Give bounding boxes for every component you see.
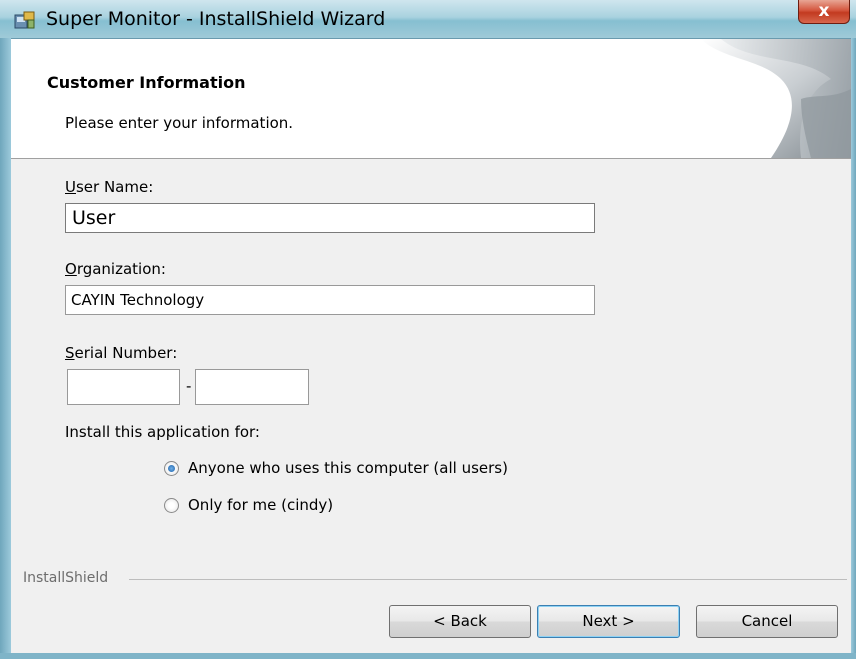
page-subtitle: Please enter your information.: [65, 114, 294, 132]
wizard-header: Customer Information Please enter your i…: [11, 39, 851, 159]
window-title: Super Monitor - InstallShield Wizard: [46, 8, 386, 30]
organization-accelerator: O: [65, 260, 77, 278]
page-title: Customer Information: [47, 73, 246, 92]
page-curl-graphic: [701, 39, 851, 158]
serial-number-accelerator: S: [65, 344, 75, 362]
organization-input[interactable]: CAYIN Technology: [65, 285, 595, 315]
serial-number-label-text: erial Number:: [74, 344, 178, 362]
user-name-accelerator: U: [65, 178, 76, 196]
organization-label: Organization:: [65, 260, 166, 278]
user-name-input[interactable]: User: [65, 203, 595, 233]
installer-window: Super Monitor - InstallShield Wizard x C…: [0, 0, 856, 659]
user-name-label: User Name:: [65, 178, 153, 196]
window-frame-left: [0, 38, 11, 659]
organization-label-text: rganization:: [76, 260, 166, 278]
all-users-radio[interactable]: [164, 461, 179, 476]
cancel-button[interactable]: Cancel: [696, 605, 838, 638]
serial-number-part1-input[interactable]: [67, 369, 180, 405]
installer-app-icon: [14, 11, 35, 29]
close-icon: x: [818, 1, 830, 21]
installshield-brand: InstallShield: [23, 570, 109, 586]
user-name-label-text: ser Name:: [75, 178, 154, 196]
only-me-option-label[interactable]: Only for me (cindy): [188, 496, 333, 514]
window-frame-right: [851, 38, 856, 659]
footer-divider: [129, 579, 847, 580]
close-button[interactable]: x: [798, 0, 850, 24]
serial-number-part2-input[interactable]: [195, 369, 309, 405]
only-me-radio[interactable]: [164, 498, 179, 513]
install-for-label: Install this application for:: [65, 423, 260, 441]
all-users-option-label[interactable]: Anyone who uses this computer (all users…: [188, 459, 508, 477]
next-button[interactable]: Next >: [537, 605, 680, 638]
back-button[interactable]: < Back: [389, 605, 531, 638]
serial-number-label: Serial Number:: [65, 344, 177, 362]
serial-separator: -: [186, 377, 192, 395]
wizard-body: User Name: User Organization: CAYIN Tech…: [11, 159, 851, 653]
window-frame-bottom: [0, 653, 856, 659]
title-bar[interactable]: Super Monitor - InstallShield Wizard x: [0, 0, 856, 39]
